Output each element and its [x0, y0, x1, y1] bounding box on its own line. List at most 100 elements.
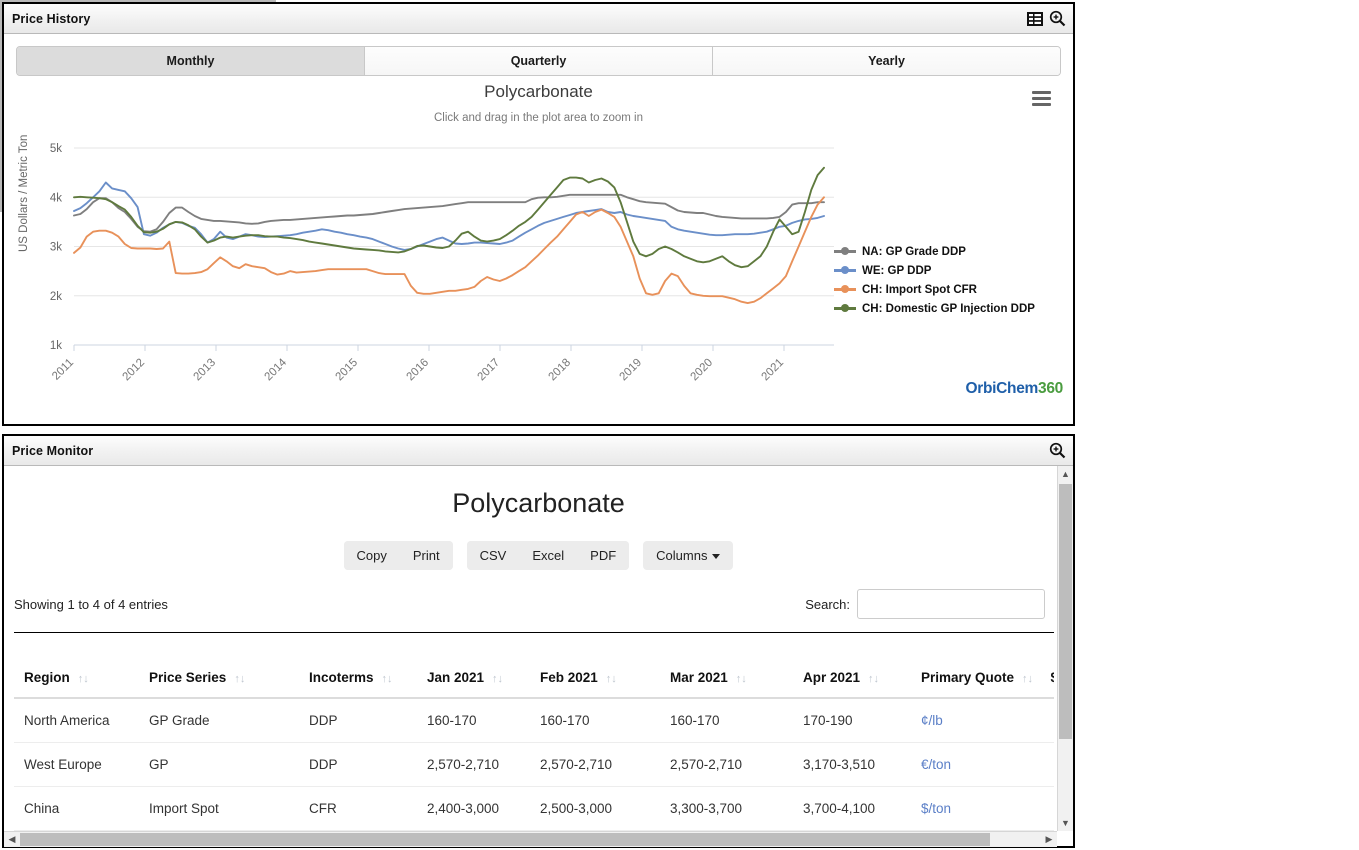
- cell-incoterms: CFR: [299, 786, 417, 831]
- cell-incoterms: DDP: [299, 698, 417, 743]
- chart-menu-icon[interactable]: [1032, 91, 1051, 109]
- table-header-cell-8[interactable]: Apr 2$/Metri: [1021, 633, 1054, 699]
- print-button[interactable]: Print: [399, 541, 453, 570]
- cell-jan: 2,400-3,000: [417, 786, 530, 831]
- tab-monthly[interactable]: Monthly: [17, 47, 365, 75]
- vertical-scroll-thumb[interactable]: [1059, 484, 1072, 739]
- search-input[interactable]: [857, 589, 1045, 619]
- legend-item-label: CH: Domestic GP Injection DDP: [862, 302, 1035, 315]
- table-header-cell-1[interactable]: Price Series ↑↓: [139, 633, 299, 699]
- search-area: Search:: [805, 589, 1045, 619]
- table-row[interactable]: West Europe GP DDP 2,570-2,710 2,570-2,710 2,…: [14, 742, 1054, 787]
- legend-item-2[interactable]: CH: Import Spot CFR: [834, 280, 1035, 299]
- table-list-icon[interactable]: [1027, 11, 1043, 26]
- legend-item-label: CH: Import Spot CFR: [862, 283, 977, 296]
- columns-group: Columns: [643, 541, 734, 570]
- cell-usd: 3748: [1021, 698, 1054, 743]
- table-header-cell-4[interactable]: Feb 2021 ↑↓: [530, 633, 660, 699]
- cell-apr: 3,700-4,100: [793, 786, 911, 831]
- columns-button[interactable]: Columns: [643, 541, 734, 570]
- table-horizontal-scrollbar[interactable]: ◀ ▶: [4, 831, 1057, 847]
- table-row[interactable]: China Import Spot CFR 2,400-3,000 2,500-3,00…: [14, 786, 1054, 831]
- svg-text:2k: 2k: [50, 291, 62, 303]
- scroll-up-icon[interactable]: ▲: [1058, 466, 1073, 482]
- table-header-label: Region: [24, 670, 70, 685]
- chevron-down-icon: [712, 554, 721, 560]
- pdf-button[interactable]: PDF: [577, 541, 630, 570]
- copy-button[interactable]: Copy: [343, 541, 400, 570]
- legend-marker-icon: [834, 303, 856, 314]
- table-info-row: Showing 1 to 4 of 4 entries Search:: [4, 589, 1073, 619]
- scroll-right-icon[interactable]: ▶: [1041, 832, 1057, 847]
- cell-feb: 2,570-2,710: [530, 742, 660, 787]
- zoom-in-icon[interactable]: [1049, 10, 1066, 27]
- watermark-part1: OrbiChem: [965, 380, 1039, 397]
- price-monitor-panel: Price Monitor Polycarbonate Copy Print C…: [2, 434, 1075, 848]
- period-tabs: Monthly Quarterly Yearly: [16, 46, 1061, 76]
- table-header-label: Apr 2021: [803, 670, 861, 685]
- search-label: Search:: [805, 596, 850, 612]
- horizontal-scroll-thumb[interactable]: [20, 833, 990, 846]
- legend-item-1[interactable]: WE: GP DDP: [834, 261, 1035, 280]
- table-header-cell-6[interactable]: Apr 2021 ↑↓: [793, 633, 911, 699]
- svg-text:2021: 2021: [760, 357, 787, 384]
- table-row[interactable]: North America GP Grade DDP 160-170 160-170 16…: [14, 698, 1054, 743]
- entries-info: Showing 1 to 4 of 4 entries: [14, 596, 168, 612]
- table-header-cell-2[interactable]: Incoterms ↑↓: [299, 633, 417, 699]
- legend-item-0[interactable]: NA: GP Grade DDP: [834, 242, 1035, 261]
- cell-mar: 160-170: [660, 698, 793, 743]
- table-vertical-scrollbar[interactable]: ▲ ▼: [1057, 466, 1073, 831]
- table-header-label: Jan 2021: [427, 670, 485, 685]
- sort-arrows-icon[interactable]: ↑↓: [234, 673, 245, 685]
- table-header-cell-0[interactable]: Region ↑↓: [14, 633, 139, 699]
- cell-apr: 3,170-3,510: [793, 742, 911, 787]
- svg-text:2017: 2017: [476, 357, 503, 384]
- tab-quarterly[interactable]: Quarterly: [365, 47, 713, 75]
- table-header-cell-3[interactable]: Jan 2021 ↑↓: [417, 633, 530, 699]
- legend-item-label: NA: GP Grade DDP: [862, 245, 966, 258]
- svg-text:2020: 2020: [689, 357, 716, 384]
- table-scroll-container[interactable]: Region ↑↓ Price Series ↑↓ Incoterms ↑↓ Jan 202…: [14, 632, 1054, 832]
- table-header-line1: Apr 2: [1031, 655, 1054, 670]
- sort-arrows-icon[interactable]: ↑↓: [606, 673, 617, 685]
- sort-arrows-icon[interactable]: ↑↓: [78, 673, 89, 685]
- table-heading: Polycarbonate: [452, 488, 625, 518]
- csv-button[interactable]: CSV: [466, 541, 520, 570]
- table-body: North America GP Grade DDP 160-170 160-170 16…: [14, 698, 1054, 832]
- cell-mar: 2,570-2,710: [660, 742, 793, 787]
- cell-region: North America: [14, 698, 139, 743]
- scroll-down-icon[interactable]: ▼: [1058, 815, 1073, 831]
- table-header-label: Feb 2021: [540, 670, 598, 685]
- scroll-left-icon[interactable]: ◀: [4, 832, 20, 847]
- sort-arrows-icon[interactable]: ↑↓: [868, 673, 879, 685]
- table-header-label: Primary Quote: [921, 670, 1015, 685]
- svg-text:2016: 2016: [405, 357, 432, 384]
- sort-arrows-icon[interactable]: ↑↓: [492, 673, 503, 685]
- export-group: CSV Excel PDF: [466, 541, 630, 570]
- cell-series: Import Spot: [139, 786, 299, 831]
- legend-item-label: WE: GP DDP: [862, 264, 932, 277]
- legend-item-3[interactable]: CH: Domestic GP Injection DDP: [834, 299, 1035, 318]
- zoom-in-icon[interactable]: [1049, 442, 1066, 459]
- price-history-chart[interactable]: Polycarbonate Click and drag in the plot…: [4, 82, 1073, 402]
- table-header-label: Mar 2021: [670, 670, 728, 685]
- svg-text:4k: 4k: [50, 192, 62, 204]
- table-header-cell-5[interactable]: Mar 2021 ↑↓: [660, 633, 793, 699]
- cell-series: GP Grade: [139, 698, 299, 743]
- copy-print-group: Copy Print: [343, 541, 453, 570]
- svg-text:2014: 2014: [263, 356, 290, 383]
- cell-quote[interactable]: €/ton: [911, 742, 1021, 787]
- cell-region: West Europe: [14, 742, 139, 787]
- sort-arrows-icon[interactable]: ↑↓: [736, 673, 747, 685]
- excel-button[interactable]: Excel: [519, 541, 578, 570]
- legend-marker-icon: [834, 284, 856, 295]
- table-header-cell-7[interactable]: Primary Quote ↑↓: [911, 633, 1033, 699]
- cell-quote[interactable]: ¢/lb: [911, 698, 1021, 743]
- tab-yearly[interactable]: Yearly: [713, 47, 1060, 75]
- cell-feb: 2,500-3,000: [530, 786, 660, 831]
- table-header-row: Region ↑↓ Price Series ↑↓ Incoterms ↑↓ Jan 202…: [14, 633, 1054, 699]
- sort-arrows-icon[interactable]: ↑↓: [382, 673, 393, 685]
- sort-arrows-icon[interactable]: ↑↓: [1022, 673, 1033, 685]
- cell-quote[interactable]: $/ton: [911, 786, 1021, 831]
- table-header-label: Price Series: [149, 670, 227, 685]
